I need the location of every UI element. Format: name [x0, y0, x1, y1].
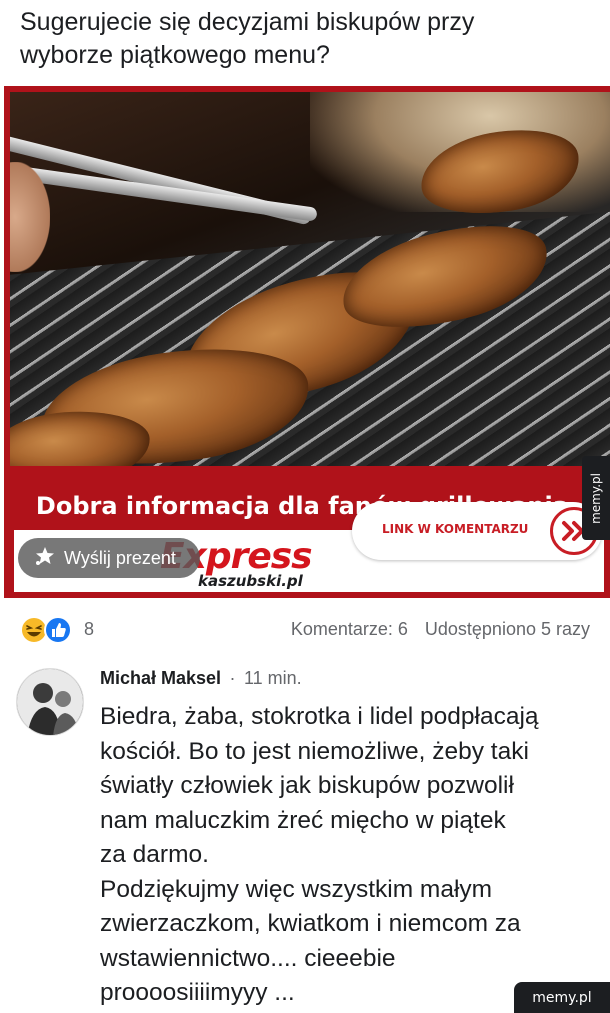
comment-header: Michał Maksel · 11 min.: [100, 668, 302, 689]
shares-count[interactable]: Udostępniono 5 razy: [425, 619, 590, 639]
comment-time[interactable]: 11 min.: [244, 668, 302, 688]
reactions-bar: 8 Komentarze: 6 Udostępniono 5 razy: [20, 612, 590, 646]
haha-icon: [20, 616, 48, 644]
post-stats: Komentarze: 6 Udostępniono 5 razy: [291, 619, 590, 640]
send-gift-button[interactable]: Wyślij prezent: [18, 538, 200, 578]
memy-watermark-side: memy.pl: [582, 456, 610, 540]
comments-count[interactable]: Komentarze: 6: [291, 619, 408, 639]
send-gift-label: Wyślij prezent: [64, 547, 176, 568]
comment-author[interactable]: Michał Maksel: [100, 668, 221, 688]
link-label: LINK W KOMENTARZU: [382, 522, 529, 536]
grill-photo: [10, 92, 610, 466]
post-text: Sugerujecie się decyzjami biskupów przy …: [20, 8, 475, 69]
reaction-icons[interactable]: [20, 616, 80, 644]
like-icon: [44, 616, 72, 644]
reaction-count[interactable]: 8: [84, 619, 94, 640]
gift-icon: [34, 545, 56, 572]
link-in-comments-badge: LINK W KOMENTARZU: [352, 502, 602, 560]
avatar[interactable]: [16, 668, 84, 736]
separator-dot: ·: [229, 668, 236, 688]
memy-watermark-bottom: memy.pl: [514, 982, 610, 1013]
hand: [10, 162, 50, 272]
express-logo-subtext: kaszubski.pl: [198, 572, 303, 590]
tongs: [10, 162, 318, 222]
comment-body: Biedra, żaba, stokrotka i lidel podpłaca…: [100, 703, 539, 1006]
